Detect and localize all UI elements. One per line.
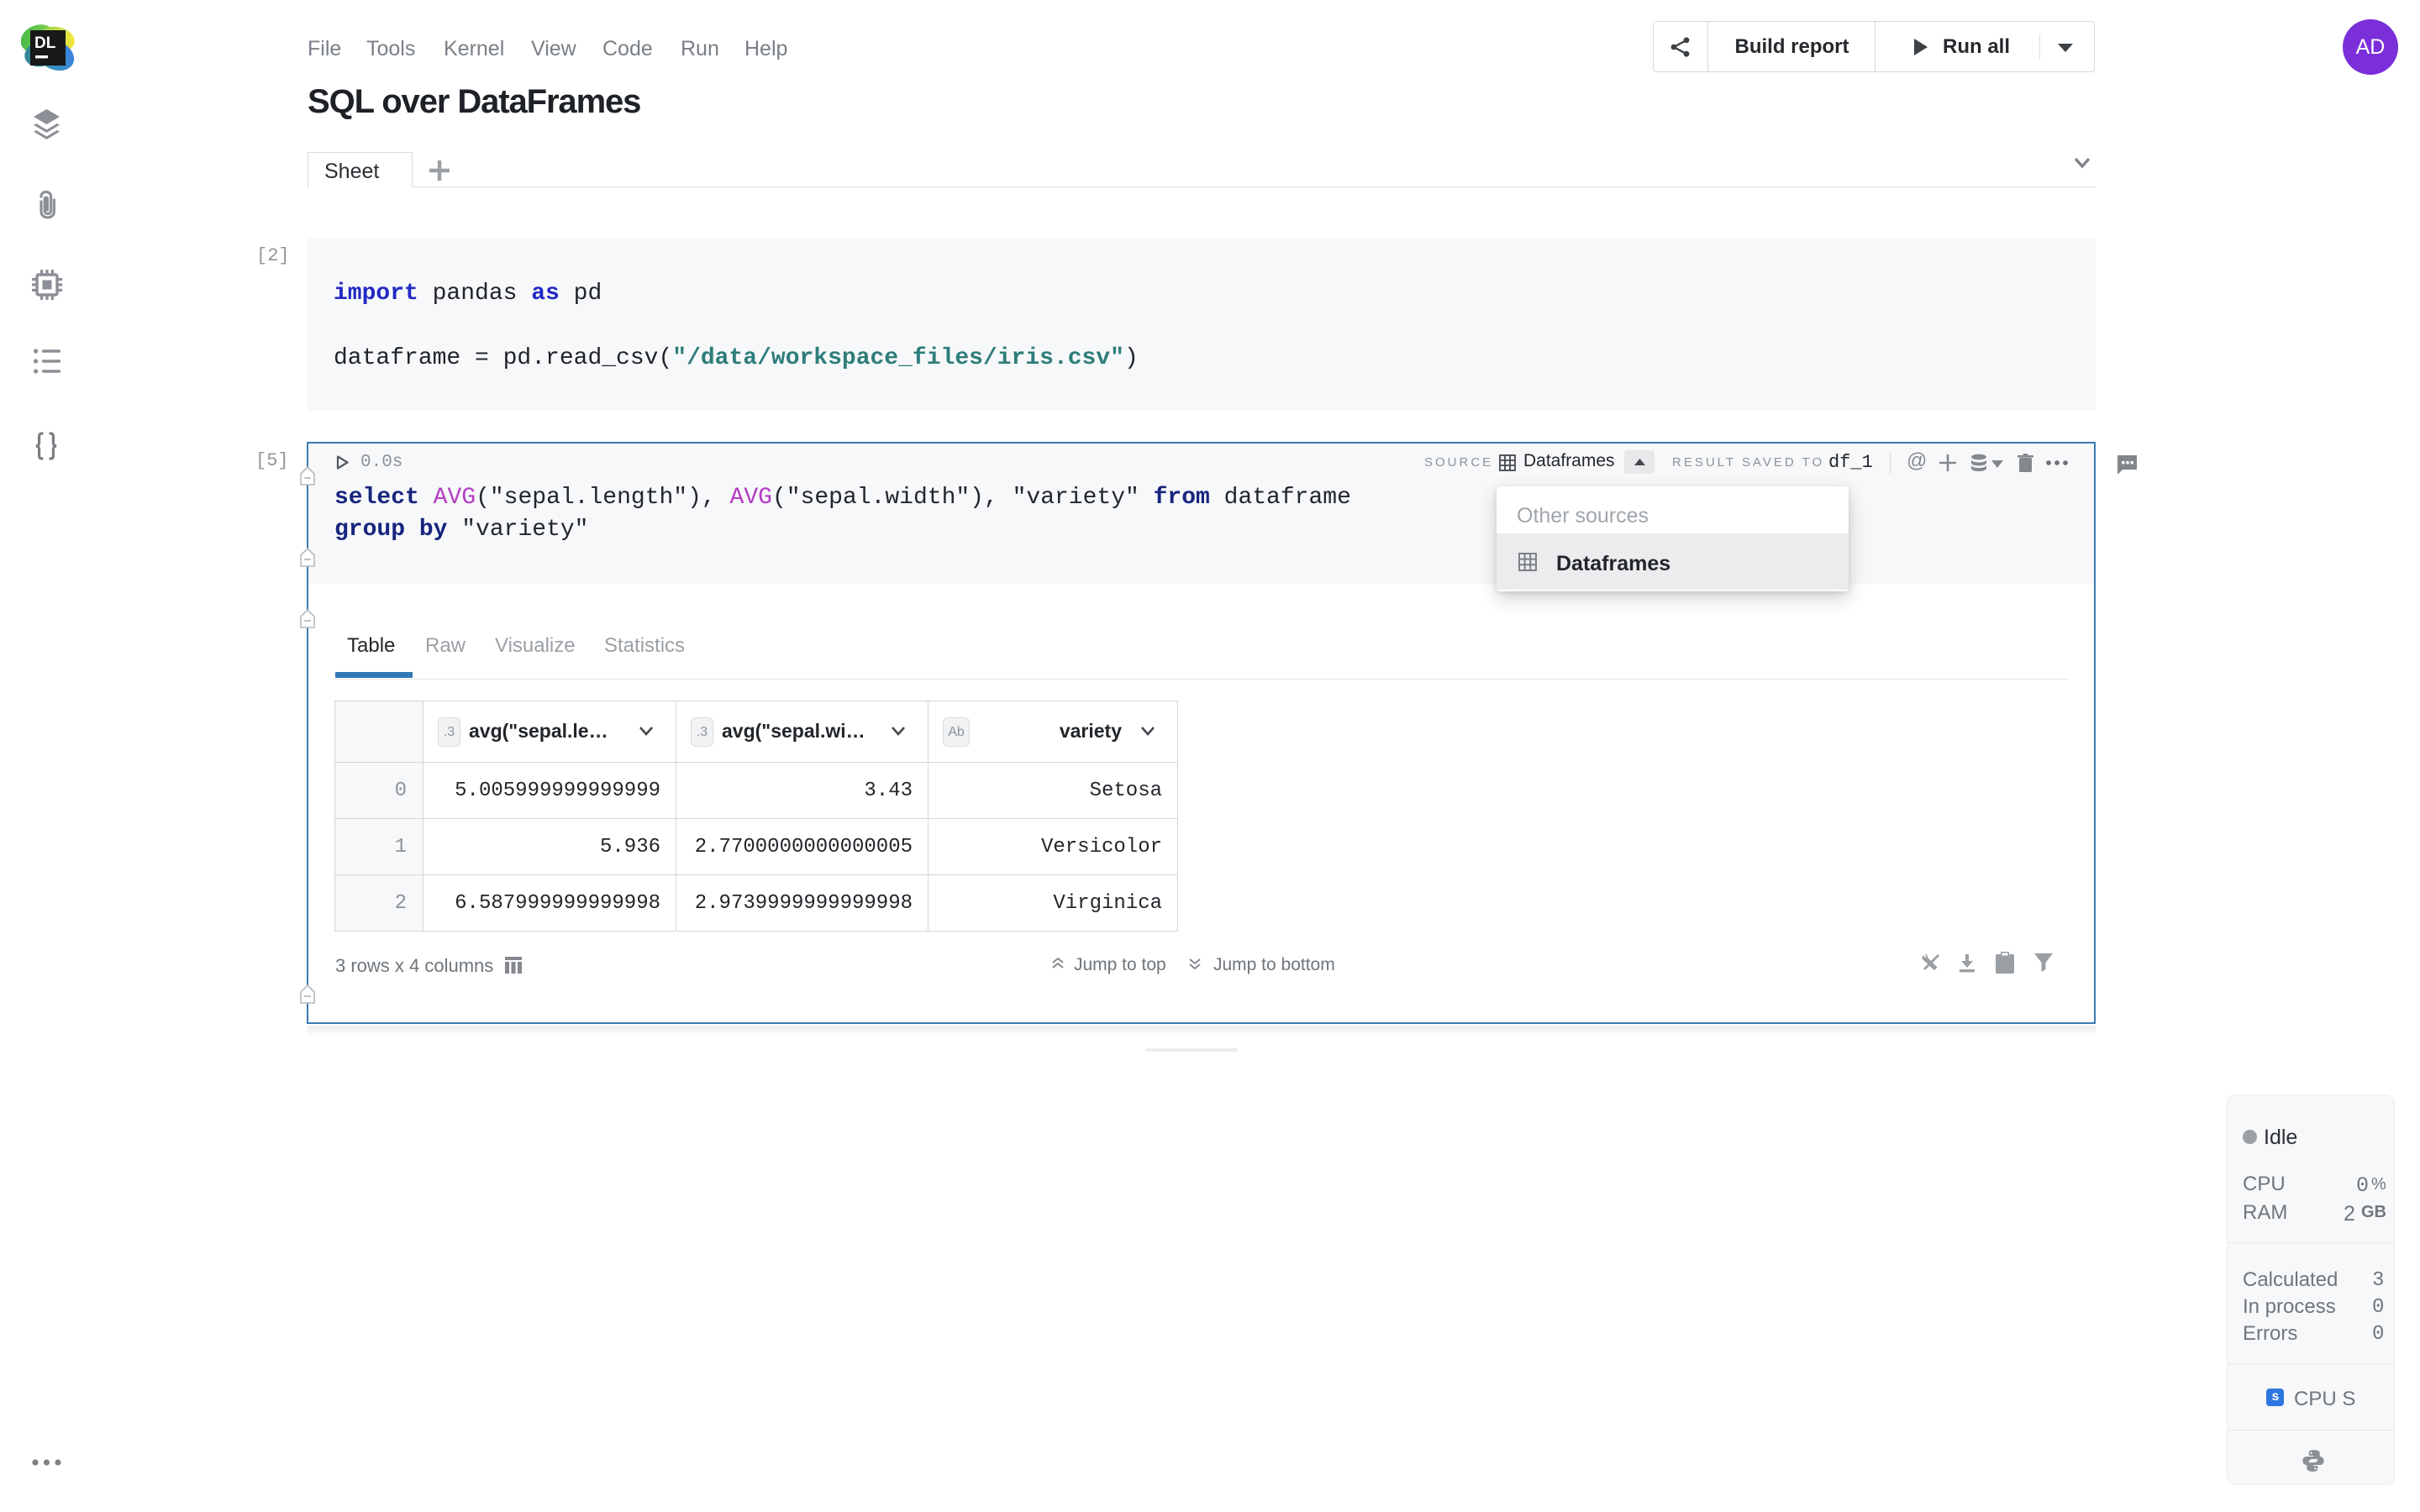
svg-text:DL: DL <box>34 34 56 52</box>
